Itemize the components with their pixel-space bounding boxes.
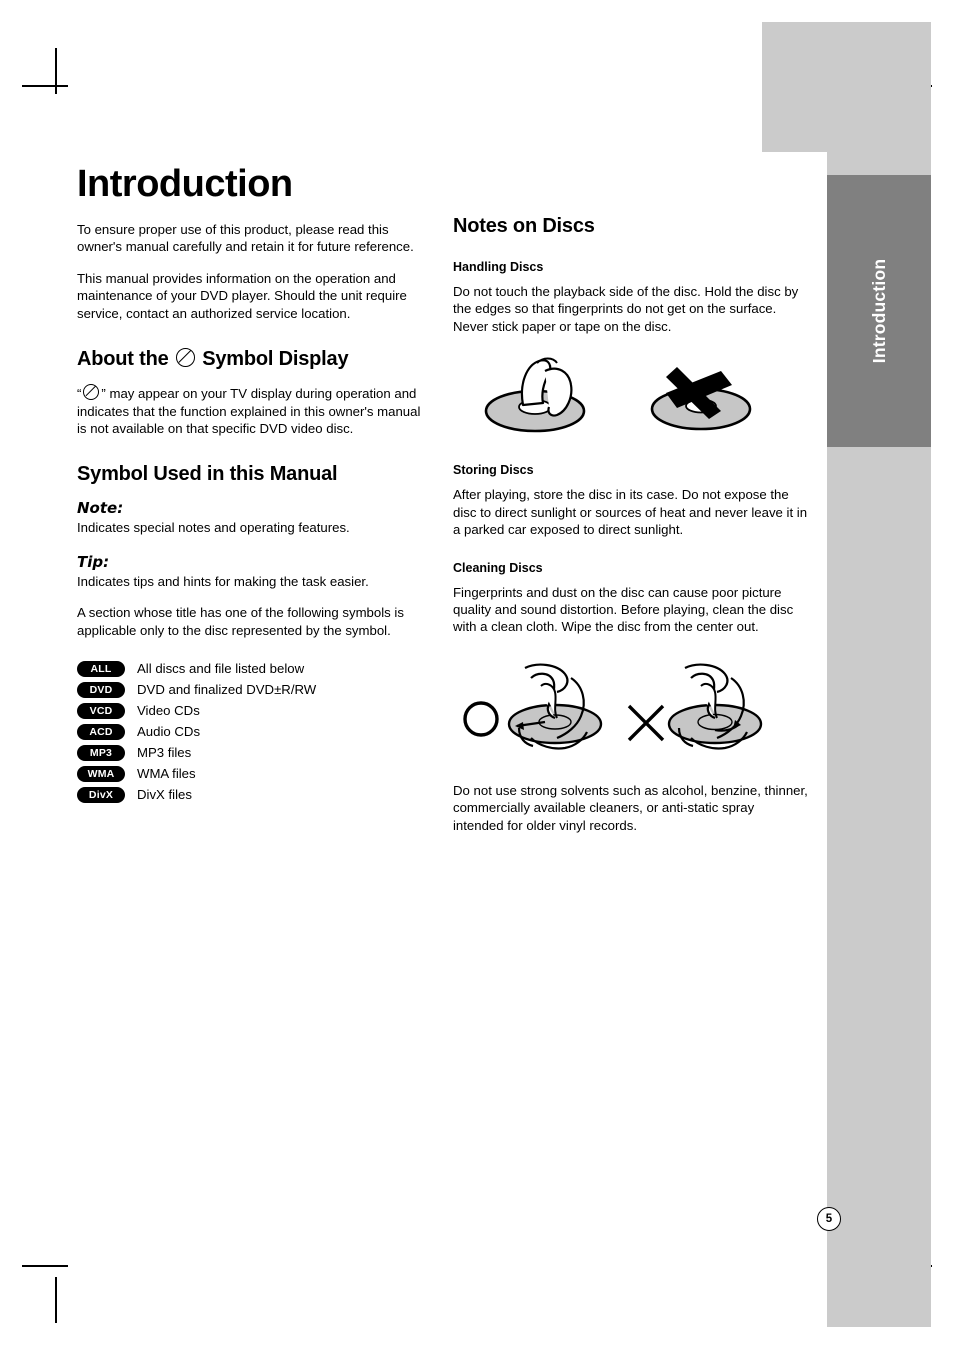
subsection-heading-handling-discs: Handling Discs — [453, 260, 544, 274]
quote-open: “ — [77, 386, 82, 402]
cleaning-discs-text: Fingerprints and dust on the disc can ca… — [453, 584, 794, 635]
list-item: ACD Audio CDs — [77, 724, 432, 741]
crop-mark-bottom-left-horizontal — [22, 1265, 68, 1267]
list-item: ALL All discs and file listed below — [77, 661, 432, 678]
list-item: DivX DivX files — [77, 787, 432, 804]
disc-badge-vcd-description: Video CDs — [137, 703, 200, 719]
disc-wipe-radial-icon — [507, 663, 603, 750]
page-number: 5 — [817, 1207, 841, 1231]
section-heading-symbol-display: About the Symbol Display — [77, 348, 432, 371]
disc-wipe-circular-icon — [667, 663, 763, 750]
list-item: WMA WMA files — [77, 766, 432, 783]
right-text-column: Notes on Discs Handling Discs Do not tou… — [453, 215, 808, 848]
disc-badge-vcd: VCD — [77, 703, 125, 720]
list-item: MP3 MP3 files — [77, 745, 432, 762]
subsection-heading-storing-discs: Storing Discs — [453, 463, 534, 478]
applicable-symbols-text: A section whose title has one of the fol… — [77, 605, 404, 638]
disc-badge-acd: ACD — [77, 724, 125, 741]
correct-mark-icon — [463, 701, 499, 737]
disc-symbol-legend: ALL All discs and file listed below DVD … — [77, 661, 432, 804]
disc-tape-prohibited-icon — [650, 367, 752, 431]
cleaning-discs-figure-svg — [463, 663, 763, 750]
cleaning-discs-warning: Do not use strong solvents such as alcoh… — [453, 782, 808, 833]
tip-text: Indicates tips and hints for making the … — [77, 573, 369, 589]
prohibition-symbol-icon-inline — [83, 384, 100, 401]
intro-paragraph-1: To ensure proper use of this product, pl… — [77, 222, 414, 255]
incorrect-mark-icon — [627, 704, 665, 741]
symbol-display-body: “” may appear on your TV display during … — [77, 384, 432, 437]
tip-label: Tip: — [77, 552, 110, 571]
handling-discs-illustration — [453, 349, 808, 441]
handling-discs-text: Do not touch the playback side of the di… — [453, 284, 799, 334]
handling-discs-figure-svg — [484, 357, 752, 433]
crop-mark-top-left-horizontal — [22, 85, 68, 87]
cleaning-discs-illustration — [453, 656, 808, 768]
section-heading-symbol-used: Symbol Used in this Manual — [77, 463, 338, 486]
heading-text-before: About the — [77, 348, 169, 371]
disc-badge-acd-description: Audio CDs — [137, 724, 201, 740]
symbol-display-body-text: ” may appear on your TV display during o… — [77, 386, 421, 436]
list-item: DVD DVD and finalized DVD±R/RW — [77, 682, 432, 699]
storing-discs-text: After playing, store the disc in its cas… — [453, 487, 808, 538]
disc-finger-hold-icon — [484, 357, 586, 433]
disc-badge-mp3-description: MP3 files — [137, 745, 192, 761]
intro-paragraph-2: This manual provides information on the … — [77, 270, 407, 321]
chapter-tab-label: Introduction — [868, 258, 889, 364]
disc-badge-wma-description: WMA files — [137, 766, 196, 782]
disc-badge-mp3: MP3 — [77, 745, 125, 762]
page-title: Introduction — [77, 163, 293, 205]
prohibition-symbol-icon — [175, 348, 195, 368]
disc-badge-dvd: DVD — [77, 682, 125, 699]
subsection-heading-cleaning-discs: Cleaning Discs — [453, 560, 543, 575]
note-label: Note: — [77, 499, 124, 518]
left-text-column: Introduction To ensure proper use of thi… — [77, 165, 432, 808]
crop-mark-bottom-left-vertical — [55, 1277, 57, 1323]
list-item: VCD Video CDs — [77, 703, 432, 720]
disc-badge-wma: WMA — [77, 766, 125, 783]
disc-badge-divx: DivX — [77, 787, 125, 804]
disc-badge-all-description: All discs and file listed below — [137, 661, 305, 677]
disc-badge-dvd-description: DVD and finalized DVD±R/RW — [137, 682, 317, 698]
chapter-thumb-tab: Introduction — [827, 175, 931, 447]
disc-badge-divx-description: DivX files — [137, 787, 192, 803]
disc-badge-all: ALL — [77, 661, 125, 678]
crop-mark-top-left-vertical — [55, 48, 57, 94]
note-text: Indicates special notes and operating fe… — [77, 520, 350, 536]
heading-text-after: Symbol Display — [202, 348, 349, 371]
section-heading-notes-on-discs: Notes on Discs — [453, 215, 595, 237]
